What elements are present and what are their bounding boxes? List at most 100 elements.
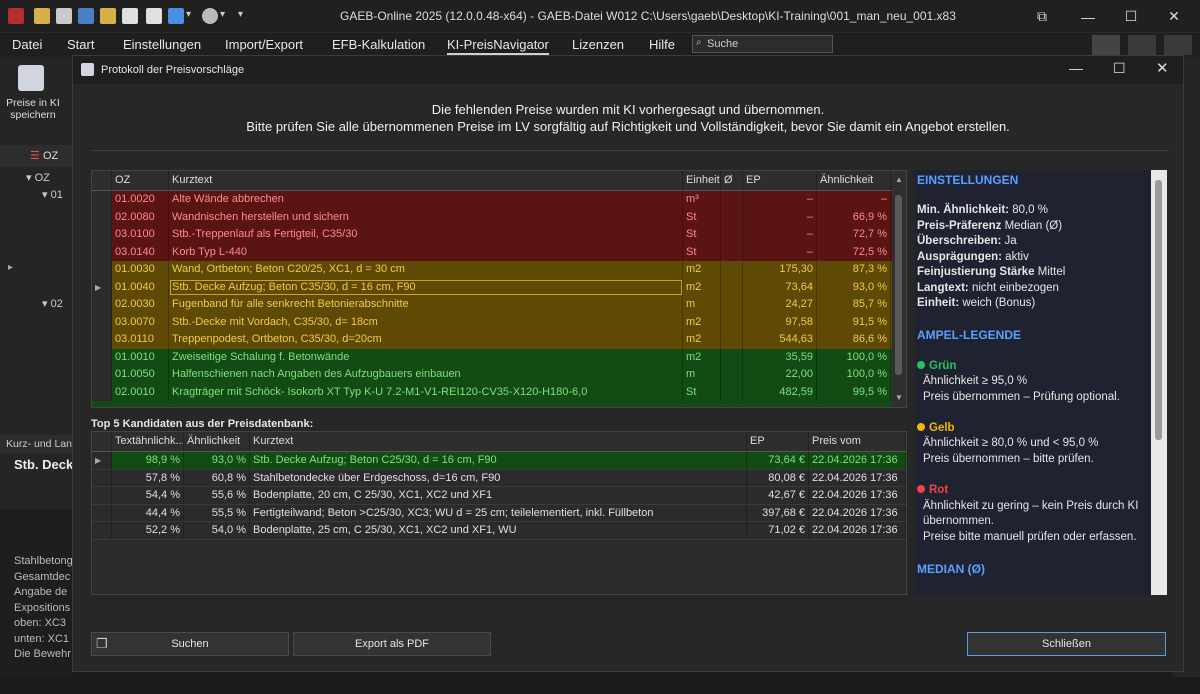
col-aehnlichkeit[interactable]: Ähnlichkeit: [817, 171, 891, 190]
save-prices-ai-icon[interactable]: [18, 65, 44, 91]
dialog-icon: [81, 63, 94, 76]
table-row[interactable]: 03.0140 Korb Typ L-440 St –72,5 %: [92, 243, 892, 261]
legend-yellow-title: Gelb: [917, 422, 955, 434]
menu-ki-preisnavigator[interactable]: KI-PreisNavigator: [447, 37, 549, 55]
kurztext-cell: Stb.-Treppenlauf als Fertigteil, C35/30: [169, 226, 683, 244]
menu-start[interactable]: Start: [67, 37, 94, 52]
chevron-down-icon[interactable]: ▾: [220, 9, 225, 20]
menu-import-export[interactable]: Import/Export: [225, 37, 303, 52]
restore-icon[interactable]: ⧉: [1019, 0, 1065, 33]
table-row[interactable]: 03.0100 Stb.-Treppenlauf als Fertigteil, …: [92, 226, 892, 244]
tree-node-01[interactable]: ▾ 01: [42, 188, 63, 201]
table-row[interactable]: 02.0010 Kragträger mit Schöck- Isokorb XT…: [92, 383, 892, 401]
candidate-row[interactable]: 52,2 % 54,0 % Bodenplatte, 25 cm, C 25/30,…: [92, 522, 906, 540]
maximize-button[interactable]: ☐: [1108, 0, 1154, 33]
menu-einstellungen[interactable]: Einstellungen: [123, 37, 201, 52]
legend-red-l1: Ähnlichkeit zu gering – kein Preis durch…: [923, 500, 1139, 512]
yellow-dot-icon: [917, 423, 925, 431]
col-preis-vom[interactable]: Preis vom: [809, 432, 906, 451]
save-icon[interactable]: [78, 8, 94, 24]
scrollbar-thumb[interactable]: [895, 195, 902, 375]
menu-lizenzen[interactable]: Lizenzen: [572, 37, 624, 52]
search-input[interactable]: Suche: [692, 35, 833, 53]
chevron-down-icon[interactable]: ▾: [186, 9, 191, 20]
settings-scrollbar[interactable]: [1151, 170, 1167, 595]
menu-efb-kalkulation[interactable]: EFB-Kalkulation: [332, 37, 425, 52]
toolbar-transfer-icon[interactable]: [1164, 35, 1192, 55]
table-row[interactable]: 02.0080 Wandnischen herstellen und sicher…: [92, 208, 892, 226]
close-button[interactable]: Schließen: [967, 632, 1166, 656]
ribbon-save-prices-label[interactable]: Preise in KI speichern: [6, 97, 60, 121]
unit-cell: m2: [683, 278, 721, 296]
oz-column-header[interactable]: ☰ OZ: [30, 149, 58, 162]
ep-cell: 482,59: [743, 383, 817, 401]
setting-line: Preis-Präferenz Median (Ø): [917, 219, 1063, 232]
col-ep[interactable]: EP: [747, 432, 809, 451]
table-scrollbar[interactable]: ▲ ▼: [892, 171, 906, 407]
table-row[interactable]: 03.0110 Treppenpodest, Ortbeton, C35/30, …: [92, 331, 892, 349]
table-row[interactable]: 03.0070 Stb.-Decke mit Vordach, C35/30, d…: [92, 313, 892, 331]
customize-toolbar-icon[interactable]: ▾: [238, 9, 243, 20]
col-kurztext[interactable]: Kurztext: [250, 432, 747, 451]
candidate-row[interactable]: ▶ 98,9 % 93,0 % Stb. Decke Aufzug; Beton C2…: [92, 452, 906, 470]
dialog-close-button[interactable]: ✕: [1156, 59, 1169, 77]
unit-cell: m: [683, 296, 721, 314]
oz-cell: 02.0080: [112, 208, 169, 226]
long-text-preview: Stahlbetong Gesamtdec Angabe de Expositions…: [14, 555, 73, 660]
close-window-button[interactable]: ✕: [1151, 0, 1197, 33]
similarity-cell: –: [817, 191, 891, 209]
minimize-button[interactable]: —: [1065, 0, 1111, 33]
similarity-cell: 85,7 %: [817, 296, 891, 314]
top5-candidates-table[interactable]: Textähnlichk... Ähnlichkeit Kurztext EP …: [91, 431, 907, 595]
col-aehnlichkeit[interactable]: Ähnlichkeit: [184, 432, 250, 451]
scrollbar-thumb[interactable]: [1155, 180, 1162, 440]
price-date-cell: 22.04.2026 17:36: [809, 522, 906, 539]
col-kurztext[interactable]: Kurztext: [169, 171, 683, 190]
toolbar-document-icon[interactable]: [1128, 35, 1156, 55]
price-suggestions-table[interactable]: OZ Kurztext Einheit Ø EP Ähnlichkeit 01.…: [91, 170, 907, 408]
new-file-icon[interactable]: [100, 8, 116, 24]
search-button[interactable]: ❐ Suchen: [91, 632, 289, 656]
ep-cell: 42,67 €: [747, 487, 809, 504]
table-row-partial[interactable]: [92, 401, 892, 407]
document-icon[interactable]: [122, 8, 138, 24]
table-row[interactable]: 02.0030 Fugenband für alle senkrecht Beto…: [92, 296, 892, 314]
col-avg[interactable]: Ø: [721, 171, 743, 190]
col-einheit[interactable]: Einheit: [683, 171, 721, 190]
candidate-row[interactable]: 44,4 % 55,5 % Fertigteilwand; Beton >C25/3…: [92, 504, 906, 522]
similarity-cell: 93,0 %: [817, 278, 891, 296]
oz-cell: 03.0100: [112, 226, 169, 244]
menu-datei[interactable]: Datei: [12, 37, 42, 52]
scroll-down-icon[interactable]: ▼: [895, 393, 903, 402]
open-folder-icon[interactable]: [34, 8, 50, 24]
table-row[interactable]: 01.0030 Wand, Ortbeton; Beton C20/25, XC1…: [92, 261, 892, 279]
tree-node-oz[interactable]: ▾ OZ: [26, 171, 50, 184]
kurztext-cell: Fugenband für alle senkrecht Betonierabs…: [169, 296, 683, 314]
dialog-minimize-button[interactable]: —: [1069, 60, 1083, 76]
toolbar-action-icon[interactable]: [1092, 35, 1120, 55]
col-ep[interactable]: EP: [743, 171, 817, 190]
table-row[interactable]: 01.0010 Zweiseitige Schalung f. Betonwänd…: [92, 348, 892, 366]
candidate-row[interactable]: 57,8 % 60,8 % Stahlbetondecke über Erdgesc…: [92, 469, 906, 487]
col-oz[interactable]: OZ: [112, 171, 169, 190]
print-icon[interactable]: [146, 8, 162, 24]
tree-node-02[interactable]: ▾ 02: [42, 297, 63, 310]
unit-cell: St: [683, 226, 721, 244]
col-textaehnlichkeit[interactable]: Textähnlichk...: [112, 432, 184, 451]
dialog-maximize-button[interactable]: ☐: [1113, 60, 1126, 77]
avg-cell: [721, 331, 743, 349]
scroll-up-icon[interactable]: ▲: [895, 175, 903, 184]
candidate-row[interactable]: 54,4 % 55,6 % Bodenplatte, 20 cm, C 25/30,…: [92, 487, 906, 505]
table-row[interactable]: ▶ 01.0040 Stb. Decke Aufzug; Beton C35/30,…: [92, 278, 892, 296]
settings-heading: EINSTELLUNGEN: [917, 173, 1019, 187]
grid-view-icon[interactable]: [168, 8, 184, 24]
setting-line: Min. Ähnlichkeit: 80,0 %: [917, 204, 1048, 216]
mouse-icon[interactable]: [202, 8, 218, 24]
export-pdf-button[interactable]: Export als PDF: [293, 632, 491, 656]
tab-kurz-langtext[interactable]: Kurz- und Lang: [0, 435, 72, 453]
table-row[interactable]: 01.0020 Alte Wände abbrechen m³ – –: [92, 191, 892, 209]
network-icon[interactable]: [56, 8, 72, 24]
menu-hilfe[interactable]: Hilfe: [649, 37, 675, 52]
table-row[interactable]: 01.0050 Halfenschienen nach Angaben des A…: [92, 366, 892, 384]
legend-yellow-l2: Preis übernommen – bitte prüfen.: [923, 453, 1094, 465]
